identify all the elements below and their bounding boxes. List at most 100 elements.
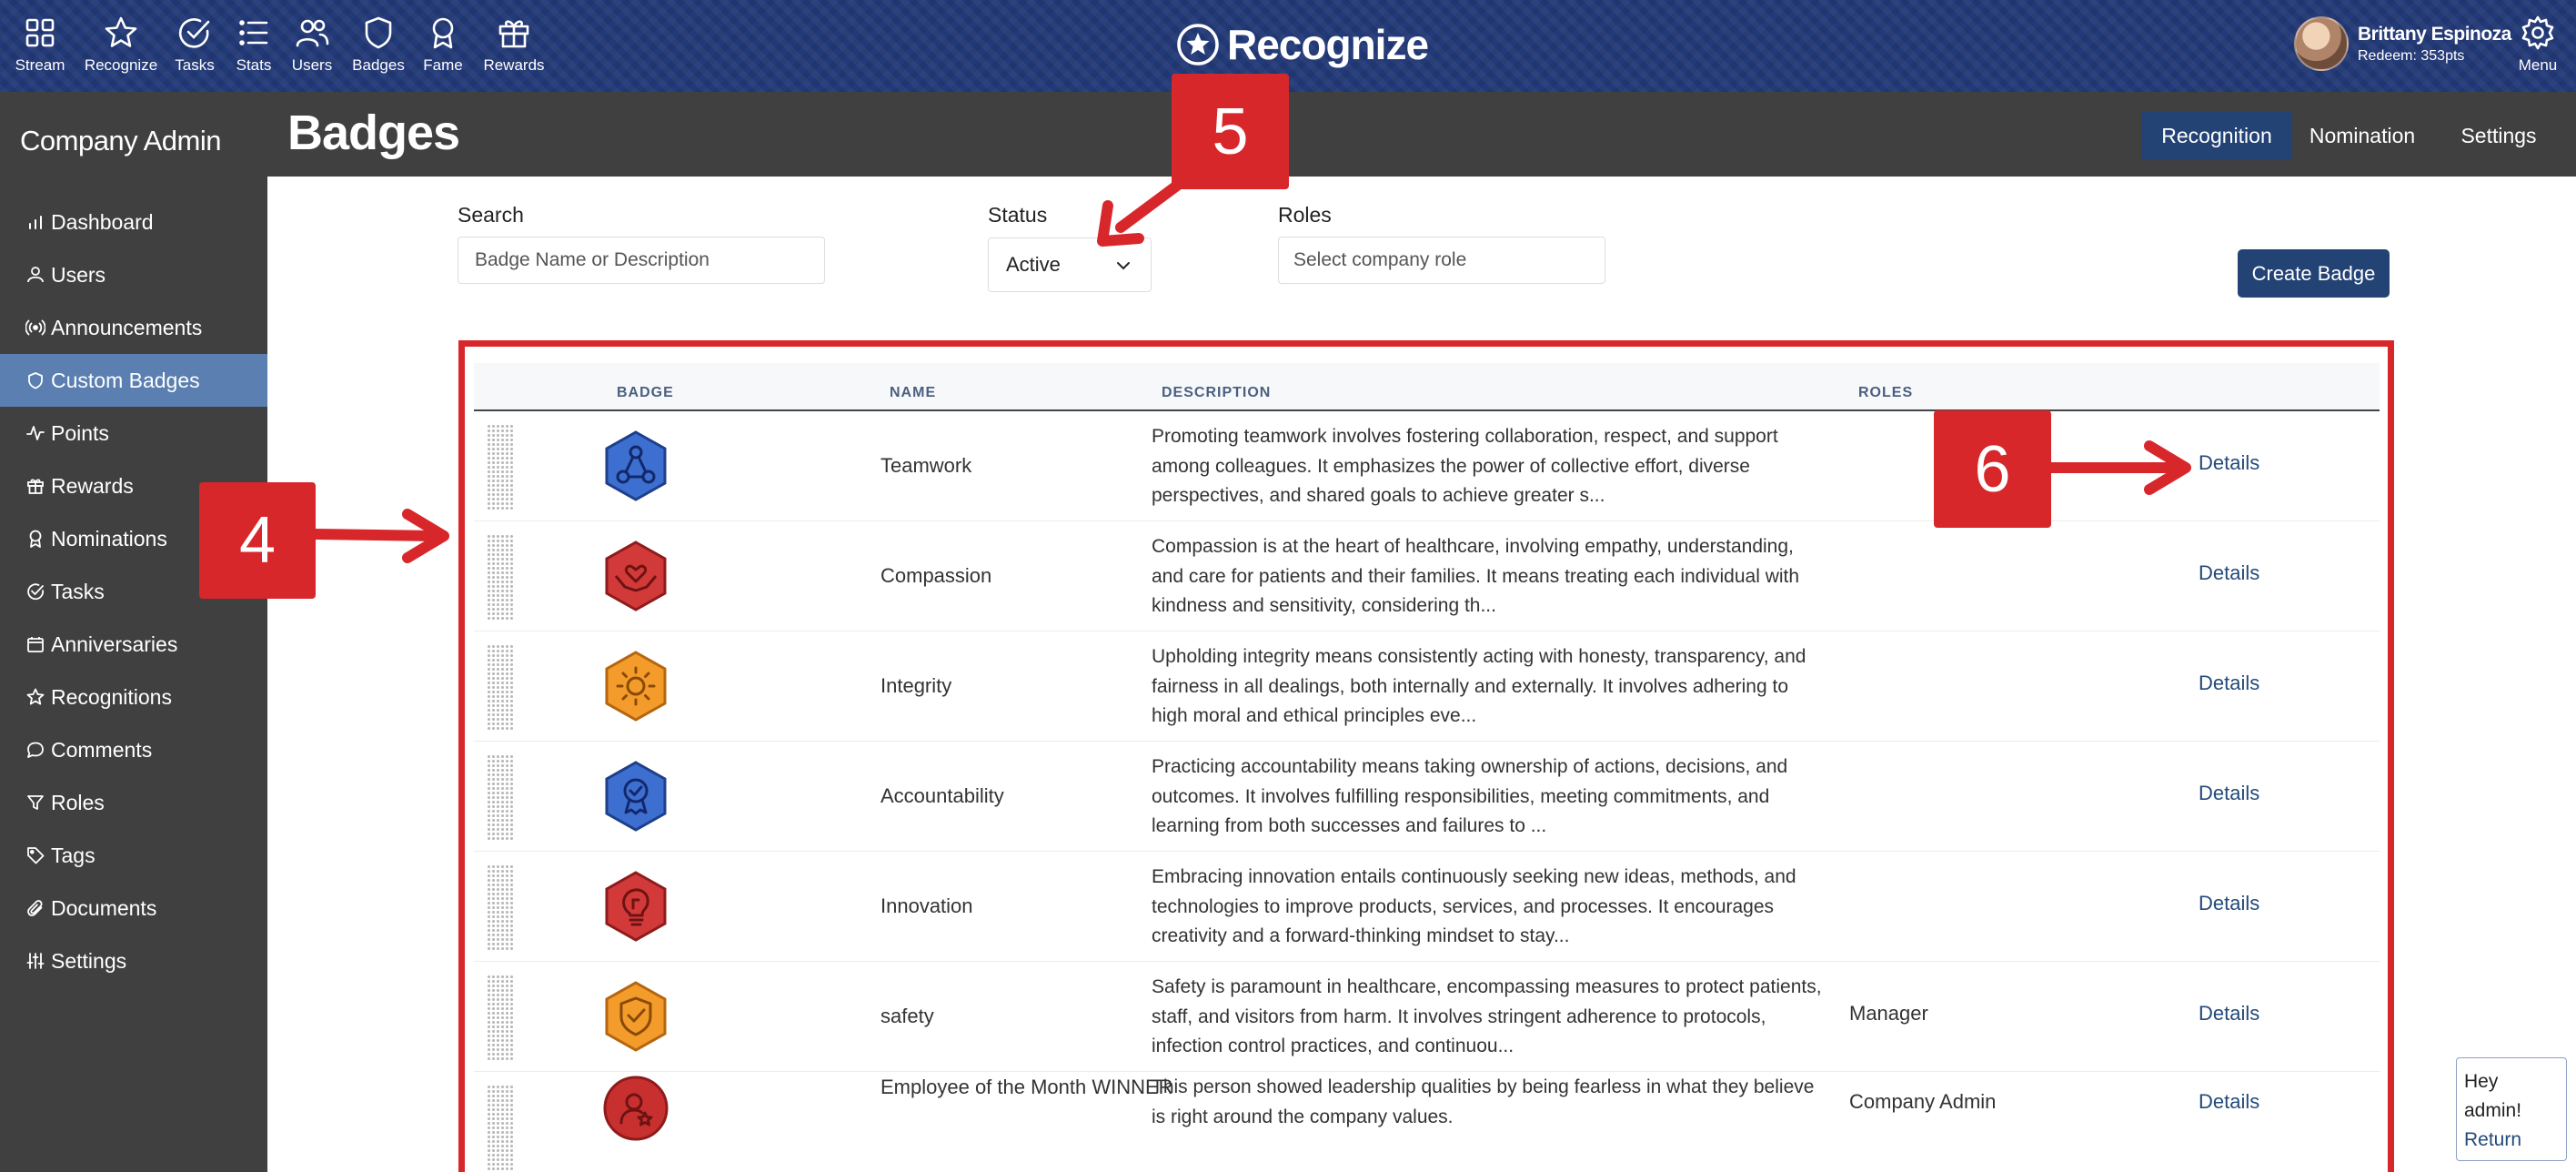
sidebar-item-label: Points — [51, 420, 109, 445]
badge-description: Promoting teamwork involves fostering co… — [1152, 426, 1778, 506]
badge-name: Employee of the Month WINNER — [880, 1076, 1173, 1098]
table-row[interactable]: Teamwork Promoting teamwork involves fos… — [474, 411, 2380, 521]
gear-icon — [2521, 15, 2554, 50]
search-input[interactable] — [458, 237, 825, 284]
calendar-icon — [27, 637, 44, 652]
sun-badge-icon — [603, 650, 669, 722]
table-row[interactable]: Accountability Practicing accountability… — [474, 742, 2380, 852]
column-header-description: DESCRIPTION — [1162, 385, 1272, 400]
broadcast-icon — [25, 319, 45, 336]
badge-description: Compassion is at the heart of healthcare… — [1152, 536, 1800, 616]
drag-handle[interactable] — [487, 534, 514, 621]
nav-stream[interactable]: Stream — [0, 15, 86, 75]
drag-handle[interactable] — [487, 424, 514, 510]
badges-table: BADGE NAME DESCRIPTION ROLES Teamwork Pr… — [458, 340, 2394, 1172]
badge-roles: Company Admin — [1849, 1090, 1997, 1113]
user-name: Brittany Espinoza — [2358, 23, 2511, 45]
badge-name: safety — [880, 1005, 934, 1027]
details-link[interactable]: Details — [2199, 451, 2259, 475]
drag-handle[interactable] — [487, 1085, 514, 1171]
drag-handle[interactable] — [487, 644, 514, 731]
nav-label: Recognize — [84, 56, 158, 74]
page-header: Badges Recognition Nomination Settings — [267, 92, 2576, 177]
drag-handle[interactable] — [487, 975, 514, 1061]
user-profile[interactable]: Brittany Espinoza Redeem: 353pts — [2294, 16, 2511, 71]
person-badge-icon — [603, 1072, 669, 1145]
sidebar-item-recognitions[interactable]: Recognitions — [0, 671, 267, 723]
badge-name: Innovation — [880, 894, 973, 917]
grid-icon — [25, 18, 55, 47]
shield-check-badge-icon — [603, 980, 669, 1053]
sidebar-item-label: Nominations — [51, 526, 167, 551]
badge-description: Upholding integrity means consistently a… — [1152, 646, 1806, 726]
filter-icon — [27, 795, 44, 810]
tab-settings[interactable]: Settings — [2449, 111, 2549, 160]
sidebar-item-settings[interactable]: Settings — [0, 935, 267, 987]
badge-name: Compassion — [880, 564, 992, 587]
badge-name: Integrity — [880, 674, 952, 697]
chat-return-link[interactable]: Return — [2464, 1126, 2566, 1155]
details-link[interactable]: Details — [2199, 782, 2259, 805]
ribbon-badge-icon — [603, 760, 669, 833]
details-link[interactable]: Details — [2199, 892, 2259, 915]
nav-rewards[interactable]: Rewards — [468, 15, 559, 75]
nav-label: Fame — [423, 56, 463, 74]
sidebar-item-comments[interactable]: Comments — [0, 723, 267, 776]
table-row[interactable]: Compassion Compassion is at the heart of… — [474, 521, 2380, 631]
details-link[interactable]: Details — [2199, 561, 2259, 585]
sidebar-item-label: Dashboard — [51, 209, 154, 234]
table-row[interactable]: Employee of the Month WINNER This person… — [474, 1072, 2380, 1172]
chat-widget[interactable]: Hey admin! Return — [2456, 1057, 2567, 1161]
badge-description: This person showed leadership qualities … — [1152, 1076, 1815, 1127]
shield-icon — [28, 372, 43, 389]
tag-icon — [27, 847, 45, 864]
sidebar-item-points[interactable]: Points — [0, 407, 267, 460]
nav-label: Stream — [15, 56, 65, 74]
status-select[interactable]: Active — [988, 237, 1152, 292]
details-link[interactable]: Details — [2199, 672, 2259, 695]
search-label: Search — [458, 203, 524, 227]
sidebar-item-documents[interactable]: Documents — [0, 882, 267, 935]
table-header: BADGE NAME DESCRIPTION ROLES — [474, 363, 2380, 411]
table-row[interactable]: safety Safety is paramount in healthcare… — [474, 962, 2380, 1072]
drag-handle[interactable] — [487, 864, 514, 951]
sidebar-item-tags[interactable]: Tags — [0, 829, 267, 882]
sidebar-item-custom-badges[interactable]: Custom Badges — [0, 354, 267, 407]
callout-5: 5 — [1172, 74, 1289, 189]
callout-6: 6 — [1934, 410, 2051, 528]
tab-recognition[interactable]: Recognition — [2141, 111, 2292, 160]
star-icon — [105, 16, 137, 47]
chevron-down-icon — [1117, 262, 1130, 270]
chat-greeting-line2: admin! — [2464, 1100, 2522, 1121]
recognize-logo[interactable]: Recognize — [1176, 20, 1429, 69]
sidebar-item-roles[interactable]: Roles — [0, 776, 267, 829]
sidebar-item-label: Comments — [51, 737, 153, 762]
bar-chart-icon — [29, 216, 42, 229]
menu-label: Menu — [2518, 56, 2558, 74]
tab-nomination[interactable]: Nomination — [2299, 111, 2425, 160]
sidebar-item-label: Roles — [51, 790, 105, 814]
nav-label: Rewards — [483, 56, 545, 74]
heart-hands-badge-icon — [603, 540, 669, 612]
sidebar-item-users[interactable]: Users — [0, 248, 267, 301]
sidebar-item-label: Settings — [51, 948, 127, 973]
table-row[interactable]: Innovation Embracing innovation entails … — [474, 852, 2380, 962]
roles-select[interactable]: Select company role — [1278, 237, 1605, 284]
page-title: Badges — [287, 106, 460, 160]
badge-name: Accountability — [880, 784, 1004, 807]
badge-description: Embracing innovation entails continuousl… — [1152, 866, 1796, 946]
sidebar-item-anniversaries[interactable]: Anniversaries — [0, 618, 267, 671]
arrow-to-table-head — [402, 509, 449, 563]
table-row[interactable]: Integrity Upholding integrity means cons… — [474, 631, 2380, 742]
roles-placeholder: Select company role — [1293, 249, 1467, 270]
menu-button[interactable]: Menu — [2511, 15, 2565, 75]
sidebar-item-dashboard[interactable]: Dashboard — [0, 196, 267, 248]
details-link[interactable]: Details — [2199, 1090, 2259, 1114]
create-badge-button[interactable]: Create Badge — [2238, 249, 2390, 298]
sidebar-item-announcements[interactable]: Announcements — [0, 301, 267, 354]
drag-handle[interactable] — [487, 754, 514, 841]
details-link[interactable]: Details — [2199, 1002, 2259, 1026]
sliders-icon — [26, 953, 45, 969]
sidebar-item-label: Tasks — [51, 579, 105, 603]
badge-description: Safety is paramount in healthcare, encom… — [1152, 976, 1822, 1056]
